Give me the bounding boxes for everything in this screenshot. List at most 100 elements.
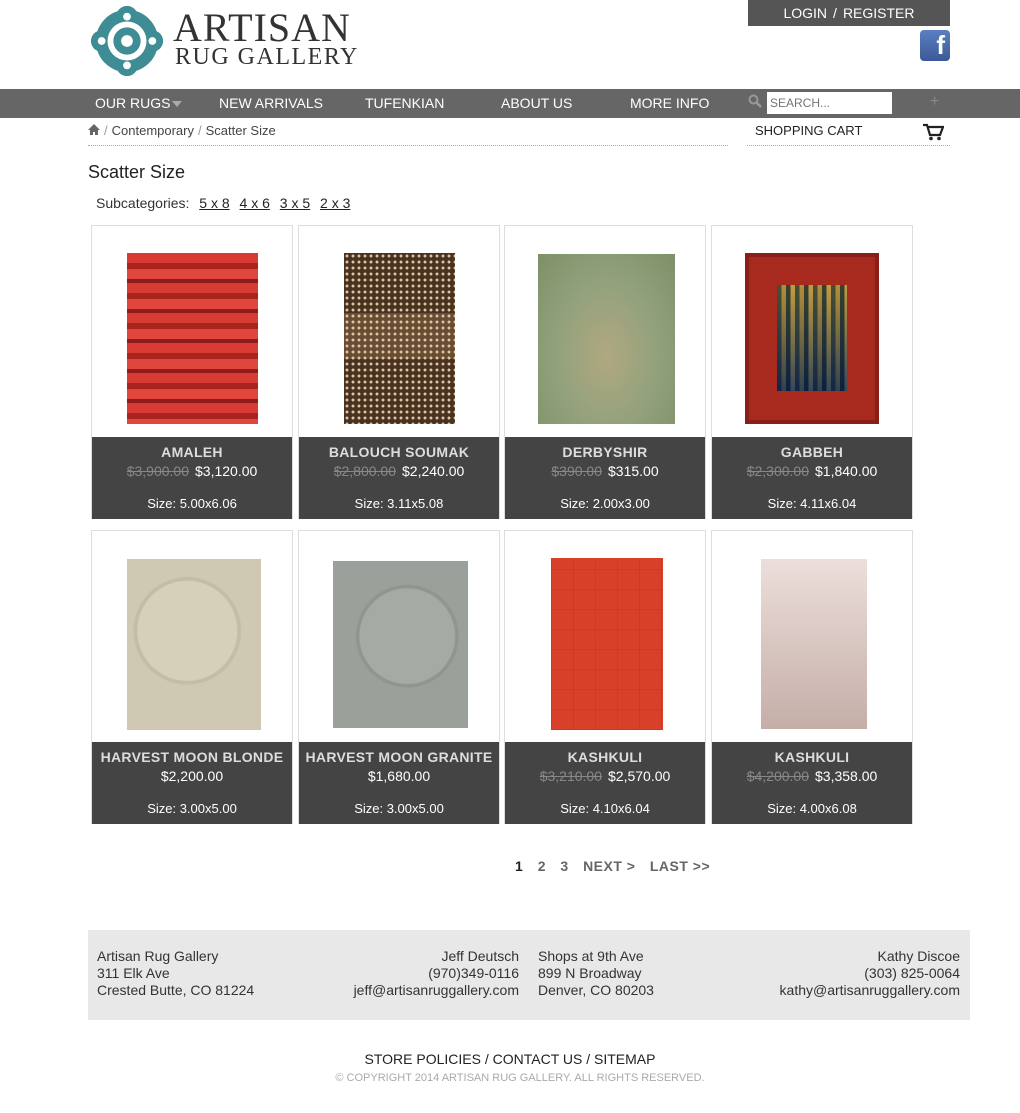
product-image[interactable] (299, 531, 499, 742)
old-price: $3,900.00 (126, 463, 189, 479)
breadcrumb-contemporary[interactable]: Contemporary (112, 123, 194, 138)
footer-email[interactable]: kathy@artisanruggallery.com (780, 982, 960, 999)
product-info: AMALEH $3,900.00 $3,120.00 Size: 5.00x6.0… (92, 437, 292, 519)
footer-line: Denver, CO 80203 (538, 982, 654, 998)
site-logo[interactable]: ARTISAN RUG GALLERY (88, 6, 378, 78)
footer-line: 899 N Broadway (538, 965, 642, 981)
product-image[interactable] (299, 226, 499, 437)
login-link[interactable]: LOGIN (783, 5, 827, 21)
facebook-icon[interactable]: f (920, 30, 950, 61)
home-icon[interactable] (88, 124, 100, 136)
product-price-row: $1,680.00 (299, 768, 499, 784)
last-page-link[interactable]: LAST >> (650, 858, 710, 874)
subcategory-5x8[interactable]: 5 x 8 (199, 195, 229, 211)
product-name[interactable]: GABBEH (712, 444, 912, 460)
product-card[interactable]: HARVEST MOON BLONDE $2,200.00 Size: 3.00… (91, 530, 293, 824)
page-1: 1 (515, 858, 524, 874)
nav-our-rugs[interactable]: OUR RUGS (95, 89, 183, 118)
sale-price: $3,358.00 (815, 768, 878, 784)
footer-address-crested-butte: Artisan Rug Gallery 311 Elk Ave Crested … (97, 948, 254, 999)
product-name[interactable]: BALOUCH SOUMAK (299, 444, 499, 460)
product-image[interactable] (92, 531, 292, 742)
product-card[interactable]: HARVEST MOON GRANITE $1,680.00 Size: 3.0… (298, 530, 500, 824)
product-size: Size: 3.00x5.00 (354, 801, 444, 816)
product-image[interactable] (92, 226, 292, 437)
nav-about-us[interactable]: ABOUT US (501, 89, 572, 118)
login-separator: / (833, 5, 837, 21)
footer-contacts: Artisan Rug Gallery 311 Elk Ave Crested … (88, 930, 970, 1020)
nav-new-arrivals[interactable]: NEW ARRIVALS (219, 89, 323, 118)
register-link[interactable]: REGISTER (843, 5, 915, 21)
footer-email[interactable]: jeff@artisanruggallery.com (354, 982, 519, 999)
facebook-glyph: f (936, 30, 945, 60)
login-register-bar: LOGIN / REGISTER (748, 0, 950, 26)
product-name[interactable]: DERBYSHIR (505, 444, 705, 460)
product-name[interactable]: HARVEST MOON GRANITE (299, 749, 499, 765)
store-policies-link[interactable]: STORE POLICIES (365, 1051, 481, 1067)
footer-line: Crested Butte, CO 81224 (97, 982, 255, 998)
chevron-down-icon (172, 101, 183, 108)
breadcrumb-separator: / (104, 123, 108, 138)
nav-item-label: OUR RUGS (95, 95, 171, 111)
product-image[interactable] (712, 226, 912, 437)
product-name[interactable]: AMALEH (92, 444, 292, 460)
cart-label: SHOPPING CART (755, 123, 863, 138)
plus-icon[interactable]: + (930, 89, 939, 115)
subcategory-2x3[interactable]: 2 x 3 (320, 195, 350, 211)
footer-contact-kathy: Kathy Discoe (303) 825-0064 kathy@artisa… (780, 948, 960, 999)
rug-image (127, 559, 261, 730)
nav-tufenkian[interactable]: TUFENKIAN (365, 89, 444, 118)
product-info: BALOUCH SOUMAK $2,800.00 $2,240.00 Size: … (299, 437, 499, 519)
product-image[interactable] (505, 226, 705, 437)
subcategory-3x5[interactable]: 3 x 5 (280, 195, 310, 211)
product-card[interactable]: KASHKULI $4,200.00 $3,358.00 Size: 4.00x6… (711, 530, 913, 824)
product-price-row: $3,900.00 $3,120.00 (92, 463, 292, 479)
product-name[interactable]: KASHKULI (505, 749, 705, 765)
logo-emblem-icon (90, 6, 164, 76)
product-card[interactable]: KASHKULI $3,210.00 $2,570.00 Size: 4.10x6… (504, 530, 706, 824)
nav-more-info[interactable]: MORE INFO (630, 89, 709, 118)
product-image[interactable] (712, 531, 912, 742)
sale-price: $1,840.00 (815, 463, 878, 479)
footer-line: Kathy Discoe (877, 948, 960, 964)
product-info: HARVEST MOON BLONDE $2,200.00 Size: 3.00… (92, 742, 292, 824)
rug-image (551, 558, 663, 730)
product-name[interactable]: KASHKULI (712, 749, 912, 765)
pagination: 1 2 3 NEXT > LAST >> (515, 858, 720, 874)
subcategory-4x6[interactable]: 4 x 6 (240, 195, 270, 211)
breadcrumb-current: Scatter Size (205, 123, 276, 138)
sale-price: $2,240.00 (402, 463, 465, 479)
product-price-row: $2,300.00 $1,840.00 (712, 463, 912, 479)
contact-us-link[interactable]: CONTACT US (493, 1051, 583, 1067)
product-size: Size: 3.00x5.00 (147, 801, 237, 816)
product-card[interactable]: GABBEH $2,300.00 $1,840.00 Size: 4.11x6.0… (711, 225, 913, 519)
sitemap-link[interactable]: SITEMAP (594, 1051, 655, 1067)
copyright: © COPYRIGHT 2014 ARTISAN RUG GALLERY. AL… (335, 1072, 705, 1084)
product-card[interactable]: AMALEH $3,900.00 $3,120.00 Size: 5.00x6.0… (91, 225, 293, 519)
shopping-cart[interactable]: SHOPPING CART (747, 123, 950, 146)
product-price-row: $390.00 $315.00 (505, 463, 705, 479)
product-card[interactable]: DERBYSHIR $390.00 $315.00 Size: 2.00x3.00 (504, 225, 706, 519)
product-price-row: $2,200.00 (92, 768, 292, 784)
product-card[interactable]: BALOUCH SOUMAK $2,800.00 $2,240.00 Size: … (298, 225, 500, 519)
page-2[interactable]: 2 (538, 858, 546, 874)
search-input[interactable] (767, 92, 892, 114)
old-price: $3,210.00 (539, 768, 602, 784)
sale-price: $315.00 (608, 463, 659, 479)
breadcrumb: / Contemporary / Scatter Size (88, 123, 728, 146)
footer-line: 311 Elk Ave (97, 965, 170, 981)
sale-price: $3,120.00 (195, 463, 258, 479)
product-size: Size: 3.11x5.08 (354, 496, 444, 511)
product-info: KASHKULI $4,200.00 $3,358.00 Size: 4.00x6… (712, 742, 912, 824)
product-price-row: $3,210.00 $2,570.00 (505, 768, 705, 784)
old-price: $2,300.00 (746, 463, 809, 479)
next-page-link[interactable]: NEXT > (583, 858, 635, 874)
product-image[interactable] (505, 531, 705, 742)
search-icon[interactable] (748, 94, 762, 108)
product-name[interactable]: HARVEST MOON BLONDE (92, 749, 292, 765)
logo-title: ARTISAN (173, 5, 351, 50)
sale-price: $1,680.00 (367, 768, 431, 784)
rug-image (333, 561, 468, 728)
sale-price: $2,570.00 (608, 768, 671, 784)
page-3[interactable]: 3 (560, 858, 568, 874)
